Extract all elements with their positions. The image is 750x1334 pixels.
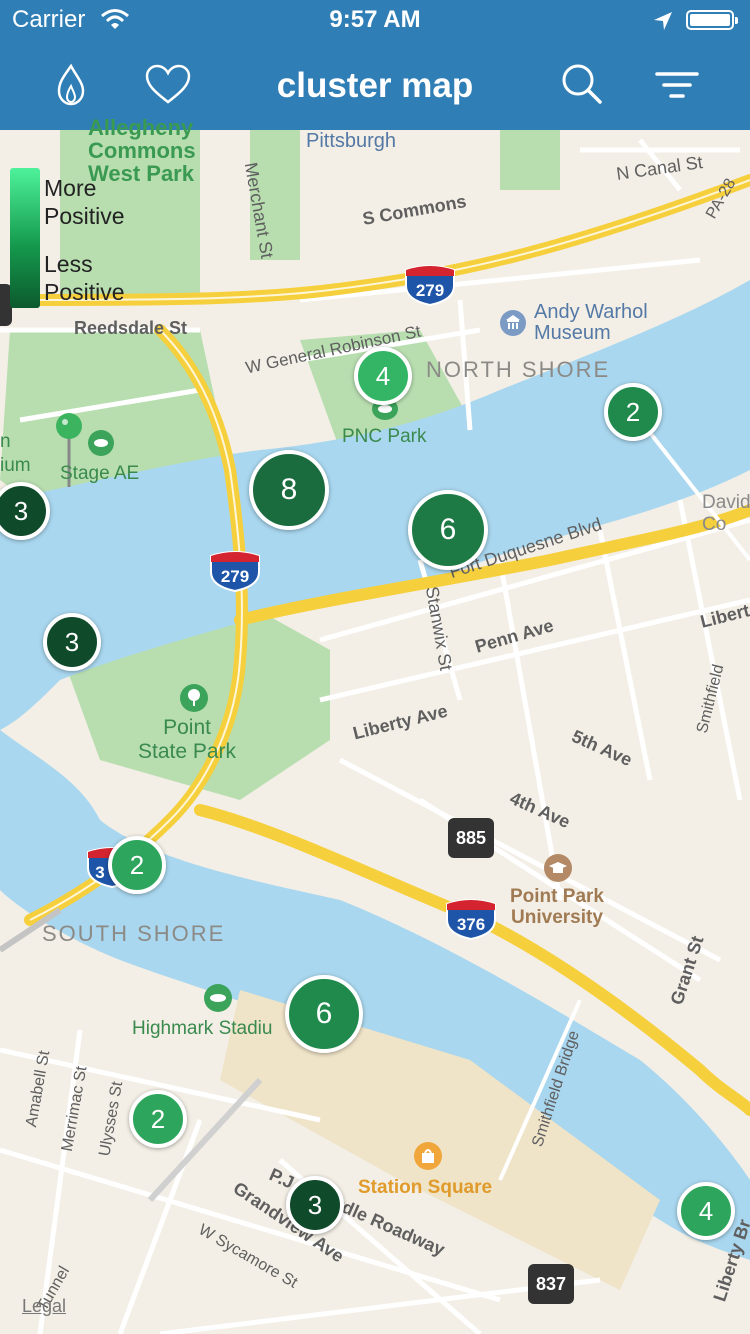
place-label-david: David Co: [702, 492, 750, 535]
place-label-pittsburgh: Pittsburgh: [306, 130, 397, 152]
legal-link[interactable]: Legal: [22, 1296, 66, 1317]
interstate-shield-icon: 279: [404, 264, 456, 311]
cluster-marker[interactable]: 4: [354, 347, 412, 405]
legend-label-bottom: Less Positive: [44, 251, 125, 305]
cluster-marker[interactable]: 2: [129, 1090, 187, 1148]
park-tree-icon: [180, 684, 208, 718]
cluster-marker[interactable]: 3: [286, 1176, 344, 1234]
cluster-marker[interactable]: 2: [108, 836, 166, 894]
stadium-icon: [204, 984, 232, 1018]
place-label-stadium-fragment: n ium: [0, 431, 31, 476]
location-arrow-icon: [652, 10, 674, 37]
street-label-reedsdale: Reedsdale St: [74, 318, 188, 338]
place-label-andy-warhol: Andy Warhol Museum: [534, 301, 648, 344]
district-label-north-shore: NORTH SHORE: [426, 357, 611, 382]
place-label-pnc-park: PNC Park: [342, 426, 427, 447]
shopping-icon: [414, 1142, 442, 1176]
district-label-south-shore: SOUTH SHORE: [42, 921, 226, 946]
park-label-point-state: Point State Park: [138, 716, 237, 763]
state-route-badge: 885: [448, 818, 494, 858]
interstate-number: 279: [221, 567, 249, 586]
cluster-marker[interactable]: 4: [677, 1182, 735, 1240]
search-icon[interactable]: [558, 60, 608, 110]
page-title: cluster map: [276, 66, 474, 105]
cluster-marker[interactable]: 3: [43, 613, 101, 671]
status-bar: Carrier 9:57 AM: [0, 0, 750, 40]
battery-icon: [686, 10, 738, 30]
clock: 9:57 AM: [329, 6, 421, 33]
legend-label-top: More Positive: [44, 175, 125, 229]
place-label-station-square: Station Square: [358, 1177, 493, 1198]
interstate-number: 3: [95, 863, 104, 882]
cluster-marker[interactable]: 6: [285, 975, 363, 1053]
interstate-shield-icon: 376: [445, 898, 497, 945]
museum-icon: [500, 310, 526, 342]
place-label-point-park-university: Point Park University: [510, 886, 604, 928]
state-route-badge: 837: [528, 1264, 574, 1304]
interstate-number: 376: [457, 915, 485, 934]
interstate-shield-icon: 279: [209, 550, 261, 597]
cluster-marker[interactable]: 2: [604, 383, 662, 441]
place-label-stage-ae: Stage AE: [60, 463, 140, 484]
place-label-highmark: Highmark Stadiu: [132, 1018, 273, 1039]
filter-icon[interactable]: [652, 60, 702, 110]
legend-gradient-bar: [10, 168, 40, 308]
cluster-marker[interactable]: 8: [249, 450, 329, 530]
university-icon: [544, 854, 572, 888]
stadium-icon: [88, 430, 114, 462]
cluster-marker[interactable]: 6: [408, 490, 488, 570]
interstate-number: 279: [416, 281, 444, 300]
